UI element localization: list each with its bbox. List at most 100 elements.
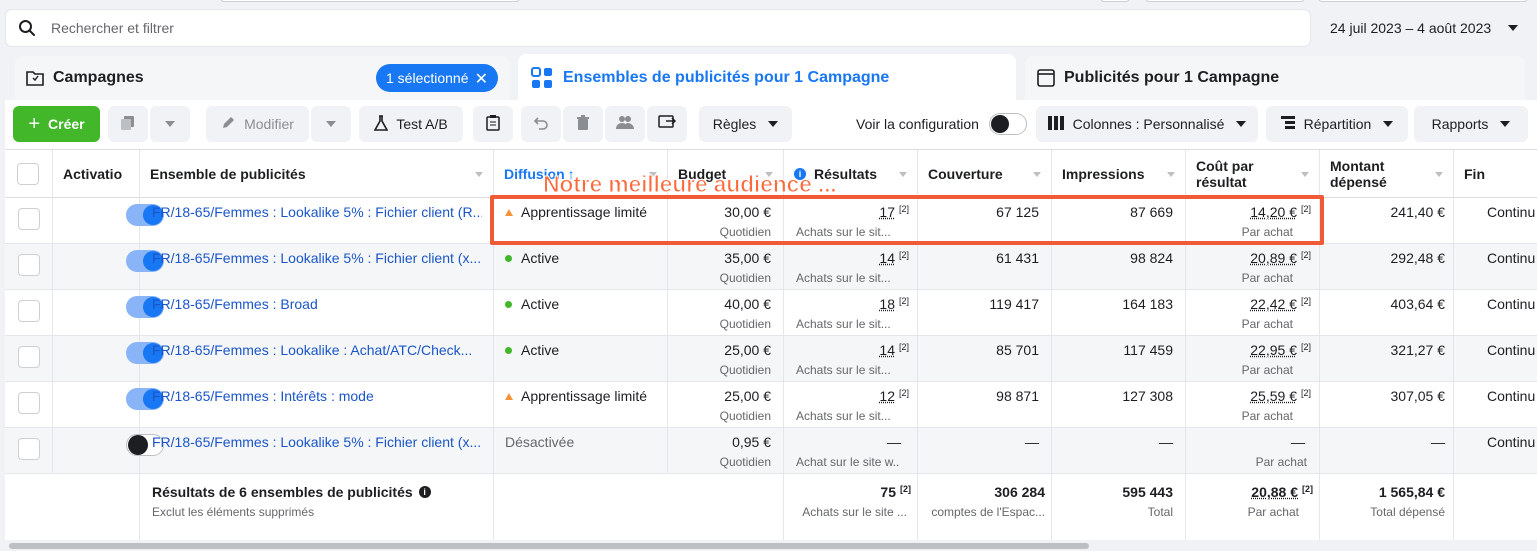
search-input[interactable]: Rechercher et filtrer (51, 20, 174, 36)
header-end[interactable]: Fin (1454, 150, 1537, 198)
adset-name-link[interactable]: FR/18-65/Femmes : Lookalike 5% : Fichier… (152, 434, 482, 450)
table-row[interactable]: FR/18-65/Femmes : Broad Active 40,00 € Quot… (5, 290, 1537, 336)
select-all-checkbox[interactable] (17, 163, 39, 185)
results-value[interactable]: 14 [2] (879, 250, 909, 266)
table-row[interactable]: FR/18-65/Femmes : Lookalike 5% : Fichier… (5, 244, 1537, 290)
cpr-value[interactable]: 22,95 € [2] (1250, 342, 1311, 358)
totals-cpr-cell: 20,88 € [2] Par achat (1186, 474, 1320, 540)
header-impressions[interactable]: Impressions (1052, 150, 1186, 198)
edit-label: Modifier (244, 116, 294, 132)
budget-value[interactable]: 40,00 € (724, 296, 771, 312)
header-activation[interactable]: Activatio (53, 150, 140, 198)
delete-button[interactable] (563, 106, 603, 142)
results-value[interactable]: 18 [2] (879, 296, 909, 312)
row-activation-cell (53, 290, 164, 336)
reach-value: 119 417 (989, 296, 1039, 312)
adset-name-link[interactable]: FR/18-65/Femmes : Lookalike : Achat/ATC/… (152, 342, 482, 358)
duplicate-button[interactable] (108, 106, 148, 142)
header-cost-per-result[interactable]: Coût par résultat (1186, 150, 1320, 198)
header-label: Couverture (928, 165, 1003, 182)
reach-value: 98 871 (996, 388, 1039, 404)
row-checkbox[interactable] (18, 300, 40, 322)
hidden-control (1100, 0, 1130, 2)
cpr-value[interactable]: 20,89 € [2] (1250, 250, 1311, 266)
table-row[interactable]: FR/18-65/Femmes : Intérêts : mode Apprent… (5, 382, 1537, 428)
totals-cpr-sub: Par achat (1247, 505, 1299, 519)
budget-value[interactable]: 35,00 € (724, 250, 771, 266)
table-row[interactable]: FR/18-65/Femmes : Lookalike 5% : Fichier… (5, 428, 1537, 474)
selected-badge-label: 1 sélectionné (386, 70, 469, 86)
cpr-value[interactable]: 22,42 € [2] (1250, 296, 1311, 312)
rules-button[interactable]: Règles (699, 106, 792, 142)
close-icon[interactable]: ✕ (475, 69, 488, 89)
adset-name-link[interactable]: FR/18-65/Femmes : Lookalike 5% : Fichier… (152, 250, 482, 266)
delivery-status: Désactivée (505, 434, 574, 450)
row-checkbox[interactable] (18, 254, 40, 276)
adset-name-link[interactable]: FR/18-65/Femmes : Lookalike 5% : Fichier… (152, 204, 482, 220)
header-adset[interactable]: Ensemble de publicités (140, 150, 494, 198)
clipboard-button[interactable] (473, 106, 513, 142)
undo-button[interactable] (521, 106, 561, 142)
results-value[interactable]: 12 [2] (879, 388, 909, 404)
create-button[interactable]: + Créer (13, 106, 100, 142)
edit-menu-button[interactable] (311, 106, 351, 142)
spent-value: 292,48 € (1390, 250, 1446, 266)
budget-value[interactable]: 25,00 € (724, 342, 771, 358)
results-value[interactable]: 14 [2] (879, 342, 909, 358)
row-activation-cell (53, 336, 164, 382)
totals-label: Résultats de 6 ensembles de publicités (152, 484, 413, 500)
impressions-value: 117 459 (1123, 342, 1173, 358)
table-row[interactable]: FR/18-65/Femmes : Lookalike : Achat/ATC/… (5, 336, 1537, 382)
budget-sub: Quotidien (719, 455, 771, 469)
reports-button[interactable]: Rapports (1414, 106, 1528, 142)
export-button[interactable] (647, 106, 687, 142)
status-dot-icon (505, 254, 512, 262)
row-budget-cell: 25,00 € Quotidien (668, 336, 784, 382)
adset-name-link[interactable]: FR/18-65/Femmes : Broad (152, 296, 482, 312)
search-bar[interactable]: Rechercher et filtrer (6, 10, 1310, 46)
cpr-value[interactable]: 25,59 € [2] (1250, 388, 1311, 404)
header-amount-spent[interactable]: Montant dépensé (1320, 150, 1454, 198)
budget-value[interactable]: 25,00 € (724, 388, 771, 404)
duplicate-menu-button[interactable] (150, 106, 190, 142)
chevron-down-icon (1508, 25, 1518, 31)
row-cpr-cell: — Par achat (1186, 428, 1320, 474)
row-checkbox[interactable] (18, 392, 40, 414)
chevron-down-icon (1033, 172, 1041, 177)
row-end-cell: Continu (1454, 382, 1537, 428)
tab-adsets-label: Ensembles de publicités pour 1 Campagne (563, 69, 890, 86)
folder-icon (26, 70, 44, 86)
totals-spent: 1 565,84 € (1378, 484, 1445, 500)
horizontal-scrollbar[interactable] (5, 541, 1537, 551)
impressions-value: — (1159, 434, 1173, 450)
row-select-cell (5, 382, 53, 428)
tab-adsets[interactable]: Ensembles de publicités pour 1 Campagne (518, 54, 1016, 102)
view-config-toggle[interactable] (989, 113, 1027, 135)
row-checkbox[interactable] (18, 346, 40, 368)
tab-ads[interactable]: Publicités pour 1 Campagne (1025, 56, 1525, 100)
scrollbar-thumb[interactable] (9, 543, 1089, 549)
header-label: Activatio (63, 165, 123, 182)
budget-value[interactable]: 0,95 € (732, 434, 771, 450)
row-select-cell (5, 244, 53, 290)
adset-name-link[interactable]: FR/18-65/Femmes : Intérêts : mode (152, 388, 482, 404)
ab-test-button[interactable]: Test A/B (359, 106, 463, 142)
selected-badge[interactable]: 1 sélectionné ✕ (376, 64, 498, 92)
header-reach[interactable]: Couverture (918, 150, 1052, 198)
info-icon[interactable]: i (418, 486, 431, 498)
edit-button[interactable]: Modifier (206, 106, 309, 142)
audience-button[interactable] (605, 106, 645, 142)
date-range-picker[interactable]: 24 juil 2023 – 4 août 2023 (1316, 10, 1528, 46)
totals-row: Résultats de 6 ensembles de publicités i… (5, 474, 1537, 540)
row-results-cell: 14 [2] Achats sur le sit... (784, 336, 918, 382)
cpr-value[interactable]: — (1291, 434, 1305, 450)
columns-button[interactable]: Colonnes : Personnalisé (1036, 106, 1258, 142)
results-value[interactable]: — (887, 434, 909, 450)
row-checkbox[interactable] (18, 438, 40, 460)
row-select-cell (5, 336, 53, 382)
results-sub: Achats sur le sit... (796, 363, 891, 377)
header-label: résultat (1196, 173, 1247, 190)
breakdown-button[interactable]: Répartition (1266, 106, 1408, 142)
end-value: Continu (1487, 388, 1536, 404)
row-checkbox[interactable] (18, 208, 40, 230)
